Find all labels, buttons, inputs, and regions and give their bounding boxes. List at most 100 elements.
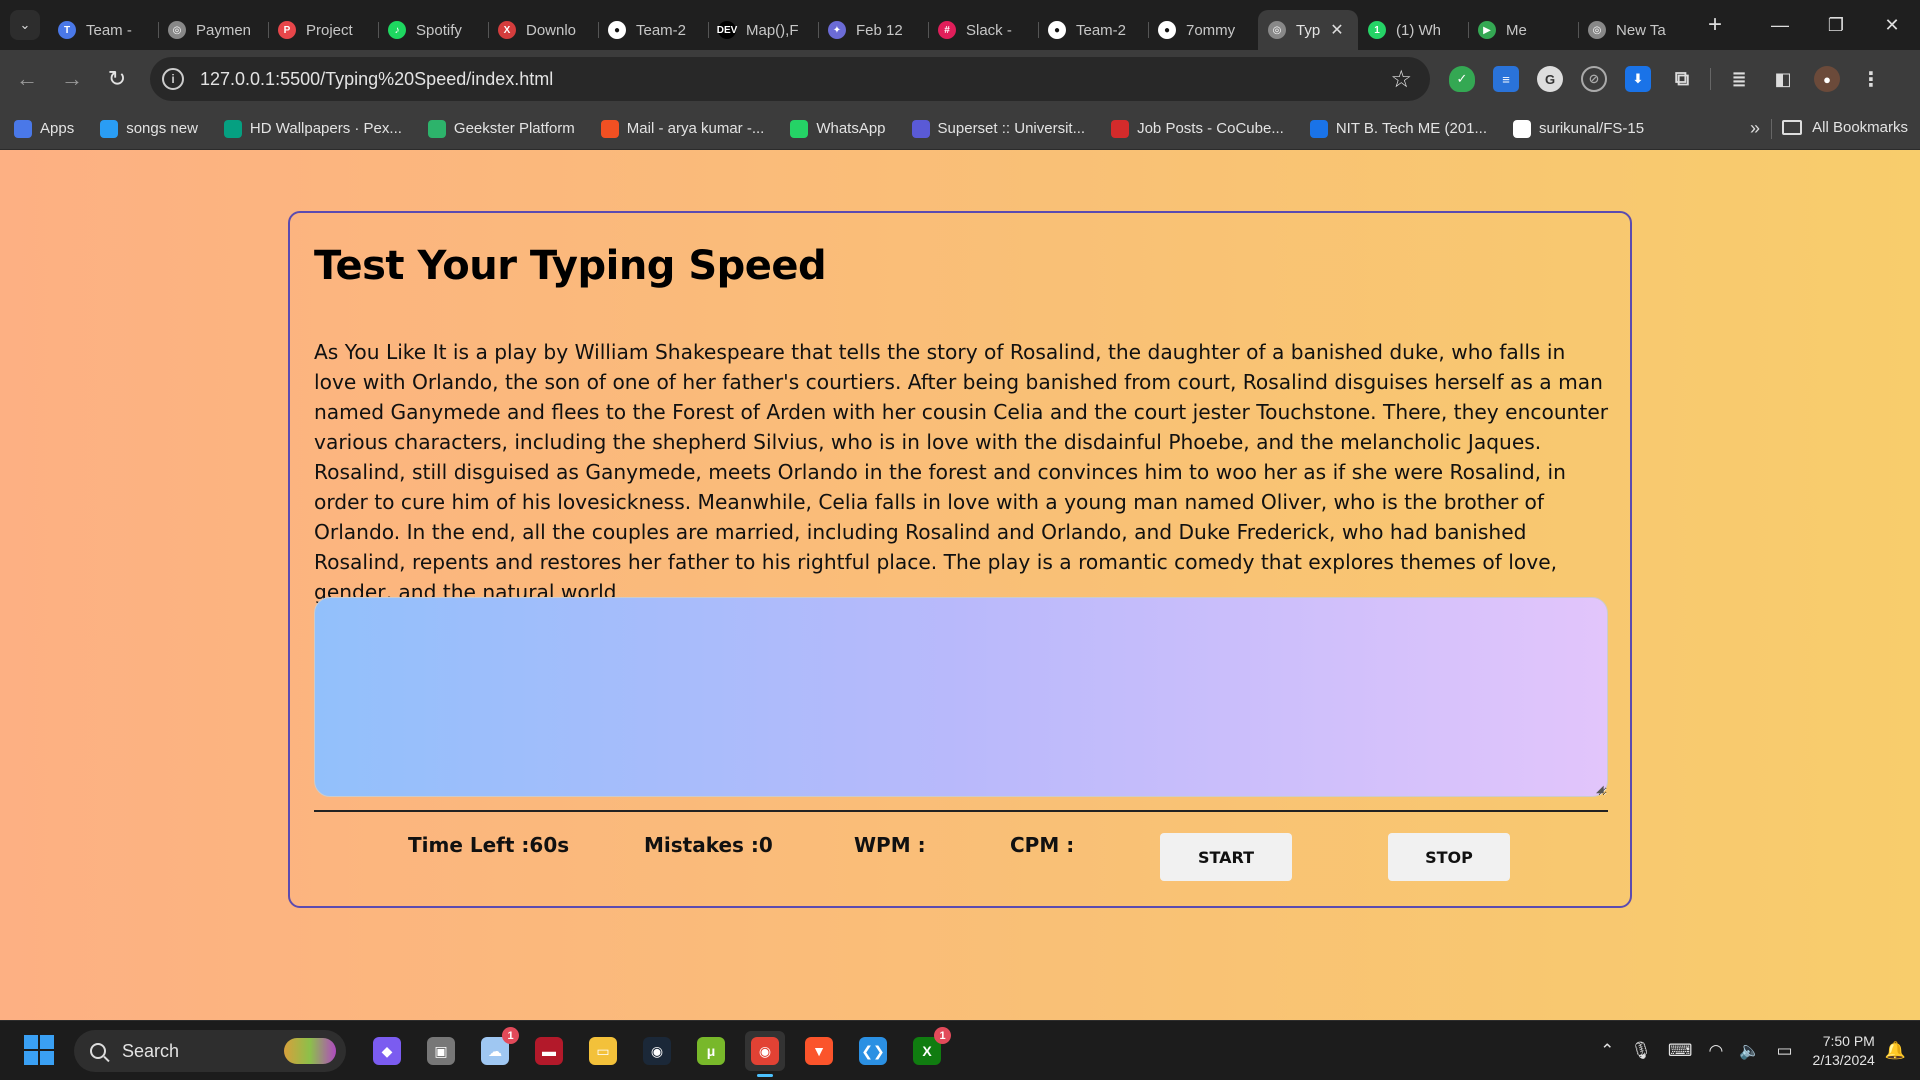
microphone-icon[interactable]: 🎙 — [1630, 1041, 1652, 1061]
shield-extension-icon[interactable]: ✓ — [1449, 66, 1475, 92]
taskbar-app-xbox[interactable]: X1 — [907, 1027, 951, 1071]
browser-tab[interactable]: T Team - — [48, 10, 158, 50]
tab-favicon-icon: ● — [1048, 21, 1066, 39]
browser-tab[interactable]: ✦ Feb 12 — [818, 10, 928, 50]
taskbar-app-copilot[interactable]: ◆ — [367, 1031, 407, 1071]
taskbar-app-vscode[interactable]: ❮❯ — [853, 1031, 893, 1071]
browser-tab[interactable]: ● Team-2 — [598, 10, 708, 50]
minimize-icon: — — [1771, 14, 1789, 35]
arrow-left-icon: ← — [16, 66, 38, 91]
taskbar-app-file-explorer[interactable]: ▭ — [583, 1031, 623, 1071]
notification-bell-icon[interactable]: 🔔 — [1885, 1041, 1906, 1061]
url-text[interactable]: 127.0.0.1:5500/Typing%20Speed/index.html — [200, 69, 553, 90]
bookmark-item[interactable]: Mail - arya kumar -... — [600, 119, 764, 138]
tab-title: (1) Wh — [1396, 21, 1441, 39]
stop-button[interactable]: STOP — [1388, 833, 1510, 881]
bookmark-item[interactable]: Superset :: Universit... — [911, 119, 1085, 138]
bookmark-label: WhatsApp — [816, 120, 886, 137]
tab-search-button[interactable]: ⌄ — [10, 10, 40, 40]
grammarly-extension-icon[interactable]: G — [1537, 66, 1563, 92]
forward-button[interactable]: → — [54, 61, 90, 97]
browser-tab[interactable]: ♪ Spotify — [378, 10, 488, 50]
translate-extension-icon[interactable]: ≡ — [1493, 66, 1519, 92]
close-window-button[interactable]: ✕ — [1864, 0, 1920, 50]
back-button[interactable]: ← — [9, 61, 45, 97]
battery-icon[interactable]: ▭ — [1776, 1041, 1792, 1061]
tab-title: New Ta — [1616, 21, 1666, 39]
download-extension-icon[interactable]: ⬇ — [1625, 66, 1651, 92]
chevron-up-icon[interactable]: ⌃ — [1600, 1041, 1614, 1061]
keyboard-icon[interactable]: ⌨ — [1668, 1041, 1693, 1061]
browser-tab[interactable]: ● Team-2 — [1038, 10, 1148, 50]
bookmark-item[interactable]: songs new — [100, 119, 198, 138]
bookmark-favicon-icon — [1309, 119, 1328, 138]
extensions-area: ✓ ≡ G ⊘ ⬇ ⧉ ≣ ◧ ● ⋮ — [1440, 50, 1893, 108]
profile-avatar[interactable]: ● — [1814, 66, 1840, 92]
browser-tab[interactable]: # Slack - — [928, 10, 1038, 50]
browser-tab[interactable]: ◎ Typ ✕ — [1258, 10, 1358, 50]
taskbar-app-steam[interactable]: ◉ — [637, 1031, 677, 1071]
typing-input[interactable] — [314, 597, 1608, 797]
bookmark-item[interactable]: Job Posts - CoCube... — [1111, 119, 1284, 138]
all-bookmarks-button[interactable]: All Bookmarks — [1782, 119, 1908, 136]
menu-kebab-icon[interactable]: ⋮ — [1858, 66, 1884, 92]
compass-extension-icon[interactable]: ⊘ — [1581, 66, 1607, 92]
restore-button[interactable]: ❐ — [1808, 0, 1864, 50]
tab-title: Team-2 — [636, 21, 687, 39]
resize-grip-icon[interactable]: ◢ — [1596, 785, 1606, 795]
bookmark-star-icon[interactable]: ☆ — [1390, 65, 1412, 94]
volume-icon[interactable]: 🔈 — [1739, 1041, 1760, 1061]
address-bar[interactable]: i 127.0.0.1:5500/Typing%20Speed/index.ht… — [150, 57, 1430, 101]
taskbar-app-game-app[interactable]: ▬ — [529, 1031, 569, 1071]
minimize-button[interactable]: — — [1752, 0, 1808, 50]
brave-icon: ▼ — [805, 1037, 833, 1065]
taskbar-app-weather[interactable]: ☁ 1 — [475, 1027, 519, 1071]
more-bookmarks-icon[interactable]: » — [1750, 118, 1760, 139]
bookmark-favicon-icon — [223, 119, 242, 138]
bookmark-item[interactable]: HD Wallpapers · Pex... — [223, 119, 402, 138]
taskbar-app-brave[interactable]: ▼ — [799, 1031, 839, 1071]
taskbar-pinned-apps: ◆ ▣ ☁ 1 ▬ ▭ ◉ μ ◉ ▼ ❮❯ X 1 — [360, 1021, 954, 1080]
plus-icon: + — [1707, 11, 1722, 38]
tab-title: Map(),F — [746, 21, 799, 39]
wifi-icon[interactable]: ◠ — [1708, 1041, 1723, 1061]
browser-tab[interactable]: DEV Map(),F — [708, 10, 818, 50]
taskbar-app-task-view[interactable]: ▣ — [421, 1031, 461, 1071]
time-left-stat: Time Left :60s — [408, 833, 570, 857]
reload-button[interactable]: ↻ — [99, 61, 135, 97]
start-button[interactable]: START — [1160, 833, 1292, 881]
tab-title: 7ommy — [1186, 21, 1236, 39]
bookmark-item[interactable]: Geekster Platform — [427, 119, 575, 138]
browser-tab[interactable]: ● 7ommy — [1148, 10, 1258, 50]
browser-tab[interactable]: ◎ New Ta — [1578, 10, 1688, 50]
media-controls-icon[interactable]: ≣ — [1726, 66, 1752, 92]
side-panel-icon[interactable]: ◧ — [1770, 66, 1796, 92]
new-tab-button[interactable]: + — [1700, 10, 1730, 40]
bookmark-label: surikunal/FS-15 — [1539, 120, 1645, 137]
clock-time: 7:50 PM — [1822, 1033, 1875, 1049]
tab-favicon-icon: T — [58, 21, 76, 39]
bookmark-item[interactable]: surikunal/FS-15 — [1513, 119, 1645, 138]
browser-tab[interactable]: 1 (1) Wh — [1358, 10, 1468, 50]
site-info-icon[interactable]: i — [162, 68, 184, 90]
taskbar-app-utorrent[interactable]: μ — [691, 1031, 731, 1071]
tab-favicon-icon: ✦ — [828, 21, 846, 39]
taskbar-app-chrome[interactable]: ◉ — [745, 1031, 785, 1077]
windows-start-button[interactable] — [24, 1035, 54, 1065]
tab-favicon-icon: ▶ — [1478, 21, 1496, 39]
toolbar-divider — [1710, 68, 1711, 90]
bookmark-item[interactable]: WhatsApp — [790, 119, 886, 138]
browser-tab[interactable]: ◎ Paymen — [158, 10, 268, 50]
arrow-right-icon: → — [61, 66, 83, 91]
bookmark-item[interactable]: Apps — [14, 119, 74, 138]
game-app-icon: ▬ — [535, 1037, 563, 1065]
bookmark-item[interactable]: NIT B. Tech ME (201... — [1309, 119, 1487, 138]
close-tab-icon[interactable]: ✕ — [1330, 20, 1343, 40]
browser-tab[interactable]: ▶ Me — [1468, 10, 1578, 50]
taskbar-search-box[interactable]: Search — [74, 1030, 346, 1072]
taskbar-clock[interactable]: 7:50 PM 2/13/2024 — [1813, 1032, 1875, 1070]
puzzle-extensions-icon[interactable]: ⧉ — [1669, 66, 1695, 92]
browser-tab[interactable]: P Project — [268, 10, 378, 50]
tab-favicon-icon: X — [498, 21, 516, 39]
browser-tab[interactable]: X Downlo — [488, 10, 598, 50]
